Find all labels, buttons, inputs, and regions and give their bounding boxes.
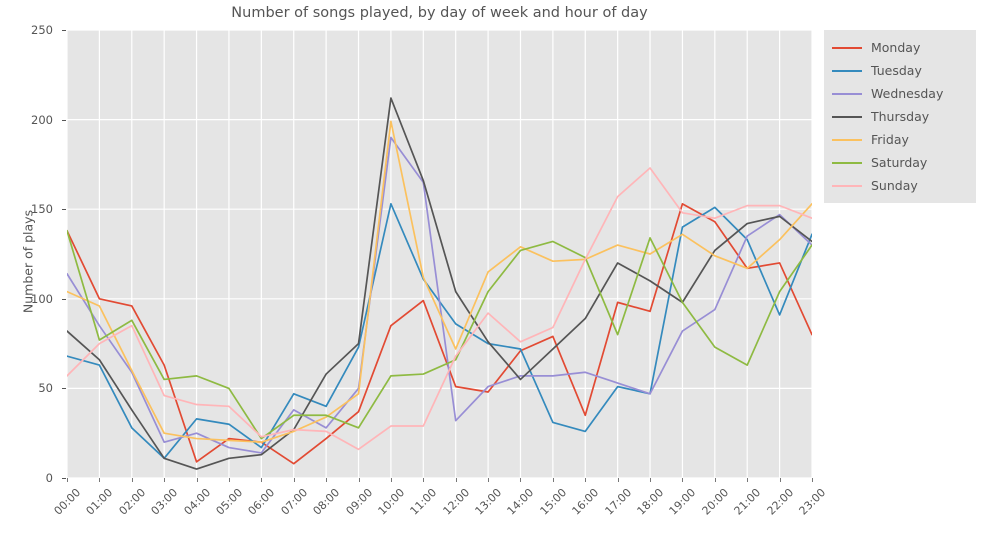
chart-figure: Number of songs played, by day of week a… (0, 0, 984, 534)
legend-item-monday[interactable]: Monday (824, 36, 976, 59)
legend-label: Tuesday (871, 63, 922, 78)
legend-item-wednesday[interactable]: Wednesday (824, 82, 976, 105)
x-tick-mark (682, 478, 684, 482)
legend-item-sunday[interactable]: Sunday (824, 174, 976, 197)
legend-item-friday[interactable]: Friday (824, 128, 976, 151)
x-tick-mark (228, 478, 230, 482)
legend-label: Thursday (871, 109, 930, 124)
legend-label: Wednesday (871, 86, 944, 101)
y-axis-label: Number of plays (20, 209, 36, 314)
series-line-thursday (67, 97, 812, 470)
x-tick-mark (585, 478, 587, 482)
x-tick-mark (714, 478, 716, 482)
x-tick-mark (196, 478, 198, 482)
y-tick-mark (62, 388, 66, 390)
x-tick-mark (779, 478, 781, 482)
x-tick-mark (67, 478, 68, 482)
x-tick-mark (326, 478, 328, 482)
legend-color-swatch (832, 69, 862, 72)
y-tick-mark (62, 30, 66, 31)
legend-label: Monday (871, 40, 921, 55)
x-tick-mark (520, 478, 522, 482)
x-tick-mark (455, 478, 457, 482)
y-tick-mark (62, 119, 66, 121)
x-tick-mark (747, 478, 749, 482)
x-tick-mark (488, 478, 490, 482)
y-tick-mark (62, 298, 66, 300)
legend-color-swatch (832, 161, 862, 164)
x-tick-mark (99, 478, 101, 482)
x-tick-mark (390, 478, 392, 482)
legend-color-swatch (832, 46, 862, 49)
x-tick-mark (423, 478, 425, 482)
legend-color-swatch (832, 138, 862, 141)
y-tick-mark (62, 209, 66, 211)
series-line-tuesday (67, 202, 812, 460)
legend-color-swatch (832, 184, 862, 187)
y-tick-mark (62, 478, 66, 479)
x-tick-mark (293, 478, 295, 482)
legend-color-swatch (832, 92, 862, 95)
legend-item-thursday[interactable]: Thursday (824, 105, 976, 128)
plot-area (67, 30, 812, 478)
x-tick-mark (552, 478, 554, 482)
x-tick-mark (131, 478, 133, 482)
legend: Monday Tuesday Wednesday Thursday Friday Satu… (824, 30, 976, 203)
x-tick-mark (812, 478, 813, 482)
legend-label: Sunday (871, 178, 918, 193)
y-tick-label: 250 (31, 23, 53, 37)
legend-color-swatch (832, 115, 862, 118)
legend-label: Friday (871, 132, 909, 147)
legend-label: Saturday (871, 155, 928, 170)
series-line-friday (67, 120, 812, 444)
x-tick-mark (650, 478, 652, 482)
x-tick-mark (164, 478, 166, 482)
page-title: Number of songs played, by day of week a… (231, 5, 648, 21)
chart-canvas (67, 30, 812, 478)
x-tick-mark (261, 478, 263, 482)
series-line-monday (67, 202, 812, 465)
series-line-wednesday (67, 136, 812, 454)
legend-item-tuesday[interactable]: Tuesday (824, 59, 976, 82)
legend-item-saturday[interactable]: Saturday (824, 151, 976, 174)
x-tick-mark (617, 478, 619, 482)
series-lines (67, 97, 812, 470)
x-tick-mark (358, 478, 360, 482)
